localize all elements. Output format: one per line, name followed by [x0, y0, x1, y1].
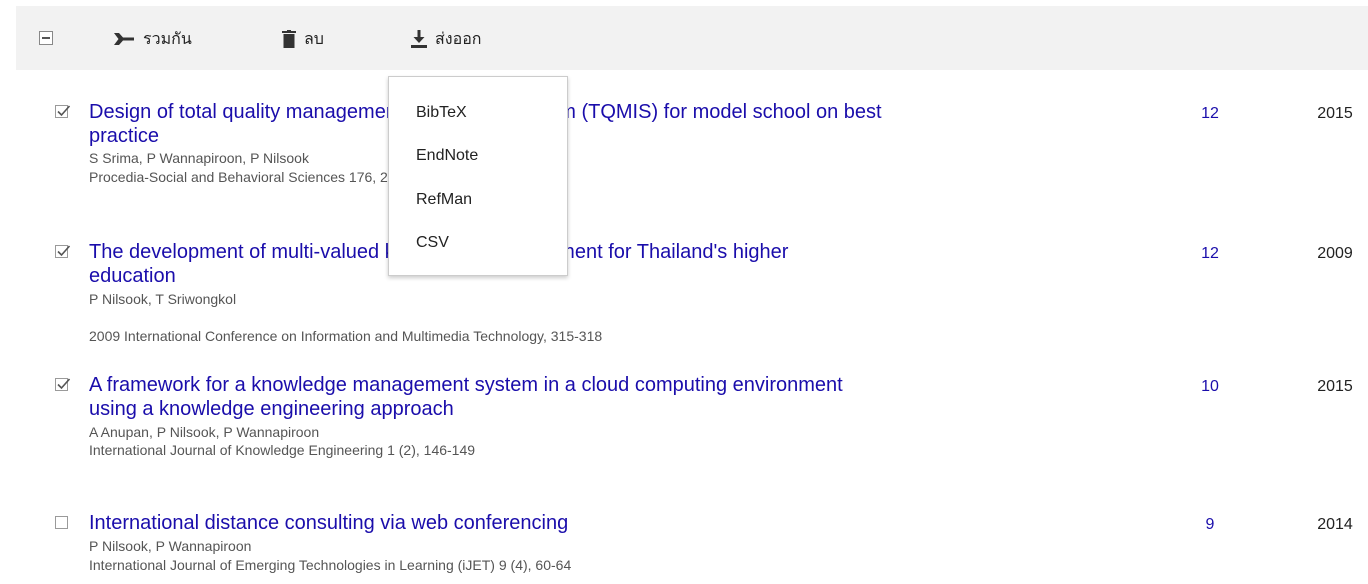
trash-icon: [282, 30, 296, 48]
delete-label: ลบ: [304, 30, 324, 48]
article-venue: International Journal of Emerging Techno…: [89, 557, 572, 573]
article-checkbox[interactable]: [55, 516, 68, 529]
download-icon: [411, 30, 427, 48]
article-venue: International Journal of Knowledge Engin…: [89, 442, 476, 458]
article-title-link[interactable]: The development of multi-valued knowledg…: [89, 240, 1129, 288]
cited-by-count[interactable]: 12: [1180, 105, 1240, 123]
article-title-link[interactable]: Design of total quality management infor…: [89, 100, 1129, 148]
export-label: ส่งออก: [435, 30, 482, 48]
article-title-link[interactable]: A framework for a knowledge management s…: [89, 373, 1129, 421]
select-all-checkbox[interactable]: [39, 31, 53, 45]
article-title-link[interactable]: International distance consulting via we…: [89, 511, 1129, 535]
selection-toolbar: รวมกัน ลบ ส่งออก: [16, 6, 1368, 70]
article-authors: A Anupan, P Nilsook, P Wannapiroon: [89, 424, 320, 440]
checkmark-icon: [57, 105, 71, 117]
cited-by-count[interactable]: 10: [1180, 378, 1240, 396]
publication-year: 2014: [1317, 516, 1353, 533]
checkmark-icon: [57, 245, 71, 257]
publication-year: 2015: [1317, 105, 1353, 122]
article-checkbox[interactable]: [55, 245, 71, 258]
cited-by-count[interactable]: 9: [1180, 516, 1240, 534]
article-title-line: education: [89, 265, 176, 287]
export-endnote-option[interactable]: EndNote: [416, 147, 478, 165]
article-checkbox[interactable]: [55, 378, 71, 391]
delete-button[interactable]: ลบ: [282, 27, 324, 51]
article-authors: P Nilsook, T Sriwongkol: [89, 291, 237, 307]
merge-button[interactable]: รวมกัน: [113, 27, 192, 51]
article-title-line: practice: [89, 125, 160, 147]
article-authors: P Nilsook, P Wannapiroon: [89, 538, 252, 554]
article-authors: S Srima, P Wannapiroon, P Nilsook: [89, 150, 309, 166]
publication-year: 2015: [1317, 378, 1353, 395]
export-button[interactable]: ส่งออก: [411, 27, 481, 51]
merge-label: รวมกัน: [143, 30, 192, 48]
export-dropdown-menu: BibTeX EndNote RefMan CSV: [388, 76, 568, 276]
export-bibtex-option[interactable]: BibTeX: [416, 104, 467, 122]
publication-year: 2009: [1317, 245, 1353, 262]
article-venue: 2009 International Conference on Informa…: [89, 328, 603, 344]
export-csv-option[interactable]: CSV: [416, 234, 449, 252]
article-checkbox[interactable]: [55, 105, 71, 118]
article-title-line: International distance consulting via we…: [89, 512, 569, 534]
cited-by-count[interactable]: 12: [1180, 245, 1240, 263]
merge-icon: [113, 31, 135, 47]
article-title-line: using a knowledge engineering approach: [89, 398, 454, 420]
checkmark-icon: [57, 378, 71, 390]
article-title-line: A framework for a knowledge management s…: [89, 374, 843, 396]
export-refman-option[interactable]: RefMan: [416, 191, 472, 209]
